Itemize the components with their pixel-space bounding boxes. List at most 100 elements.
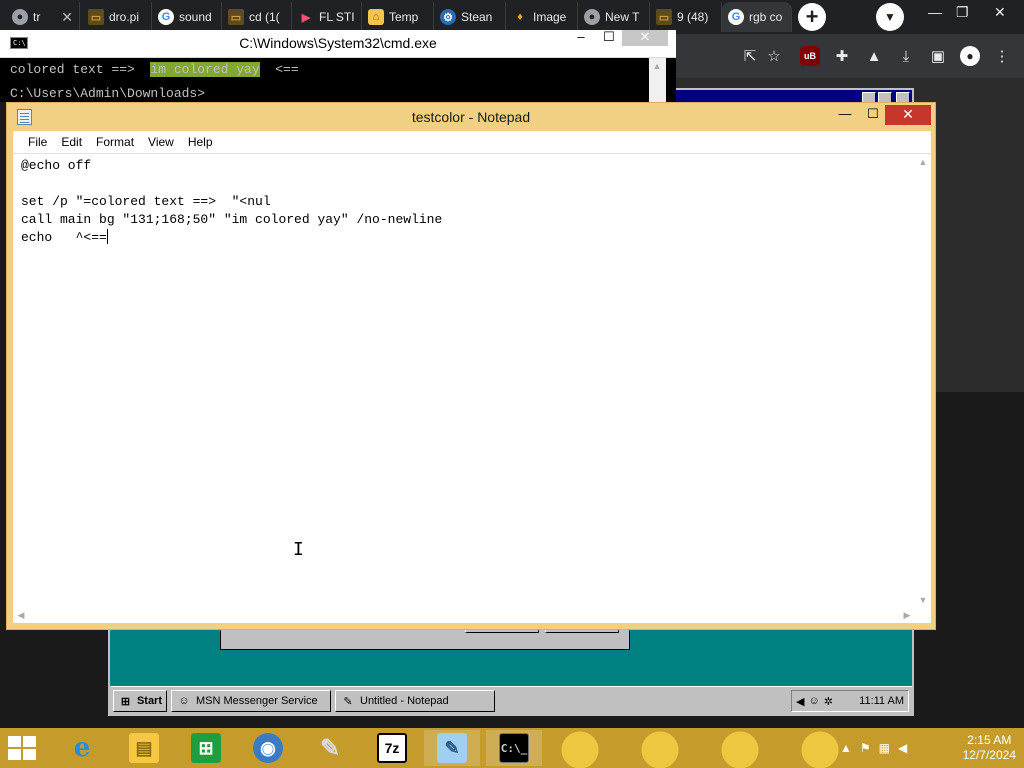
google-icon: G (728, 9, 744, 25)
cmd-icon: C:\_ (499, 733, 529, 763)
flag-icon[interactable]: ⚑ (860, 741, 871, 755)
cmd-scrollbar[interactable]: ▲ (649, 58, 666, 102)
msn-tray-icon[interactable]: ☺ (808, 695, 819, 707)
folder-icon: ▭ (88, 9, 104, 25)
paint-icon: ✎ (319, 734, 341, 762)
host-time: 2:15 AM (967, 733, 1012, 747)
volume-icon[interactable]: ◀ (898, 741, 907, 755)
download-icon[interactable]: ⤓ (896, 46, 916, 66)
browser-tab-label: Stean (461, 10, 493, 24)
browser-tab-1[interactable]: ● tr ✕ (6, 2, 80, 32)
chevron-down-icon: ▼ (884, 10, 896, 24)
notepad-menubar: File Edit Format View Help (13, 131, 931, 153)
scroll-right-icon[interactable]: ▶ (899, 607, 915, 623)
notepad-minimize-button[interactable]: — (831, 105, 859, 125)
vm-start-label: Start (136, 695, 162, 707)
windows-flag-icon: ⊞ (120, 695, 131, 708)
notepad-maximize-button[interactable]: ☐ (859, 105, 887, 125)
globe-icon: ◉ (253, 733, 283, 763)
notepad-horizontal-scrollbar[interactable]: ◀ ▶ (13, 607, 915, 623)
taskbar-browser[interactable]: ◉ (240, 730, 296, 766)
host-system-tray: ▲ ⚑ ▦ ◀ 2:15 AM 12/7/2024 (840, 728, 1024, 768)
browser-tab-10[interactable]: ▭ 9 (48) (650, 2, 722, 32)
taskbar-internet-explorer[interactable]: e (54, 730, 110, 766)
windows-start-icon[interactable] (8, 736, 38, 760)
ibeam-cursor-icon: I (293, 539, 304, 560)
browser-tab-label: rgb co (749, 10, 783, 24)
menu-help[interactable]: Help (181, 135, 220, 149)
labs-flask-icon[interactable]: ▲ (864, 46, 884, 66)
tray-expand-icon[interactable]: ▲ (840, 741, 852, 755)
scroll-down-icon[interactable]: ▼ (915, 592, 931, 608)
folder-icon: ▭ (656, 9, 672, 25)
taskbar-notepad[interactable]: ✎ (424, 730, 480, 766)
network-icon[interactable]: ✲ (824, 695, 833, 708)
bookmark-star-icon[interactable]: ☆ (764, 46, 784, 66)
menu-format[interactable]: Format (89, 135, 141, 149)
text-line (21, 175, 442, 193)
vm-clock: 11:11 AM (859, 695, 904, 707)
cmd-output[interactable]: colored text ==> im colored yay <== C:\Us… (10, 58, 299, 106)
internet-explorer-icon: e (73, 733, 91, 763)
notepad-content: @echo off set /p "=colored text ==> "<nu… (21, 157, 442, 247)
browser-tab-8[interactable]: ♦ Image (506, 2, 578, 32)
scroll-up-icon[interactable]: ▲ (649, 58, 665, 74)
vm-task-notepad[interactable]: ✎ Untitled - Notepad (335, 690, 495, 712)
notepad-text-area[interactable]: @echo off set /p "=colored text ==> "<nu… (13, 153, 931, 623)
close-icon[interactable]: ✕ (61, 9, 73, 26)
restore-icon[interactable]: ❐ (956, 4, 969, 21)
menu-edit[interactable]: Edit (54, 135, 89, 149)
cmd-close-button[interactable]: ✕ (622, 30, 668, 46)
browser-tab-11[interactable]: G rgb co (722, 2, 792, 32)
vm-task-msn[interactable]: ☺ MSN Messenger Service (171, 690, 331, 712)
more-menu-icon[interactable]: ⋮ (992, 46, 1012, 66)
scroll-left-icon[interactable]: ◀ (13, 607, 29, 623)
cmd-window: C:\ C:\Windows\System32\cmd.exe – ☐ ✕ co… (0, 30, 676, 102)
taskbar-paint[interactable]: ✎ (302, 730, 358, 766)
vm-taskbar: ⊞ Start ☺ MSN Messenger Service ✎ Untitl… (110, 686, 912, 714)
menu-file[interactable]: File (21, 135, 54, 149)
cmd-text: colored text ==> (10, 62, 151, 77)
msn-people-icon: ☺ (178, 695, 190, 707)
browser-tab-label: 9 (48) (677, 10, 709, 24)
network-icon[interactable]: ▦ (879, 741, 890, 755)
notepad-close-button[interactable]: ✕ (885, 105, 931, 125)
taskbar-file-explorer[interactable]: ▤ (116, 730, 172, 766)
browser-tab-3[interactable]: G sound (152, 2, 222, 32)
minimize-icon[interactable]: — (928, 4, 942, 20)
volume-icon[interactable]: ◀ (796, 695, 804, 708)
chrome-icon: ● (12, 9, 28, 25)
browser-tab-9[interactable]: ● New T (578, 2, 650, 32)
ublock-icon[interactable]: uB (800, 46, 820, 66)
taskbar-cmd[interactable]: C:\_ (486, 730, 542, 766)
browser-tab-4[interactable]: ▭ cd (1( (222, 2, 292, 32)
notepad-window-title: testcolor - Notepad (411, 109, 531, 125)
store-icon: ⊞ (191, 733, 221, 763)
folder-icon: ▭ (228, 9, 244, 25)
scroll-up-icon[interactable]: ▲ (915, 154, 931, 170)
browser-tab-6[interactable]: ⌂ Temp (362, 2, 434, 32)
share-icon[interactable]: ⇱ (740, 46, 760, 66)
browser-tab-strip: ● tr ✕ ▭ dro.pi G sound ▭ cd (1( ▶ FL ST… (0, 0, 1024, 34)
browser-tab-7[interactable]: ⚙ Stean (434, 2, 506, 32)
vm-start-button[interactable]: ⊞ Start (113, 690, 167, 712)
browser-tab-2[interactable]: ▭ dro.pi (82, 2, 152, 32)
close-icon[interactable]: ✕ (994, 4, 1006, 21)
side-panel-icon[interactable]: ▣ (928, 46, 948, 66)
chrome-icon: ● (584, 9, 600, 25)
cmd-titlebar: C:\ C:\Windows\System32\cmd.exe – ☐ ✕ (0, 30, 676, 58)
new-tab-button[interactable]: + (798, 3, 826, 31)
extensions-icon[interactable]: ✚ (832, 46, 852, 66)
tab-search-button[interactable]: ▼ (876, 3, 904, 31)
notepad-vertical-scrollbar[interactable]: ▲ ▼ (915, 154, 931, 608)
taskbar-store[interactable]: ⊞ (178, 730, 234, 766)
host-clock[interactable]: 2:15 AM 12/7/2024 (963, 733, 1016, 763)
menu-view[interactable]: View (141, 135, 181, 149)
7zip-icon: 7z (377, 733, 407, 763)
profile-avatar-icon[interactable]: ● (960, 46, 980, 66)
taskbar-7zip[interactable]: 7z (364, 730, 420, 766)
browser-tab-label: FL STI (319, 10, 355, 24)
browser-tab-5[interactable]: ▶ FL STI (292, 2, 362, 32)
notepad-icon: ✎ (343, 695, 353, 708)
text-caret (106, 229, 108, 244)
